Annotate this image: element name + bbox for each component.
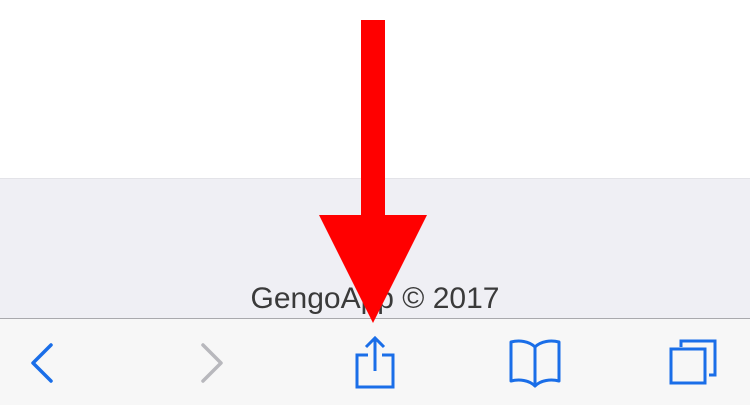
browser-page: GengoApp © 2017: [0, 0, 750, 405]
forward-button[interactable]: [181, 337, 241, 389]
share-icon: [355, 335, 395, 389]
back-button[interactable]: [13, 337, 73, 389]
tabs-icon: [669, 339, 717, 385]
bookmarks-button[interactable]: [505, 337, 565, 389]
tabs-button[interactable]: [663, 337, 723, 389]
chevron-right-icon: [201, 343, 223, 383]
page-footer: GengoApp © 2017: [0, 178, 750, 318]
copyright-text: GengoApp © 2017: [250, 282, 500, 315]
page-content-area: [0, 0, 750, 178]
safari-bottom-toolbar: [0, 318, 750, 405]
chevron-left-icon: [31, 343, 53, 383]
share-button[interactable]: [345, 335, 405, 389]
book-icon: [509, 339, 561, 388]
